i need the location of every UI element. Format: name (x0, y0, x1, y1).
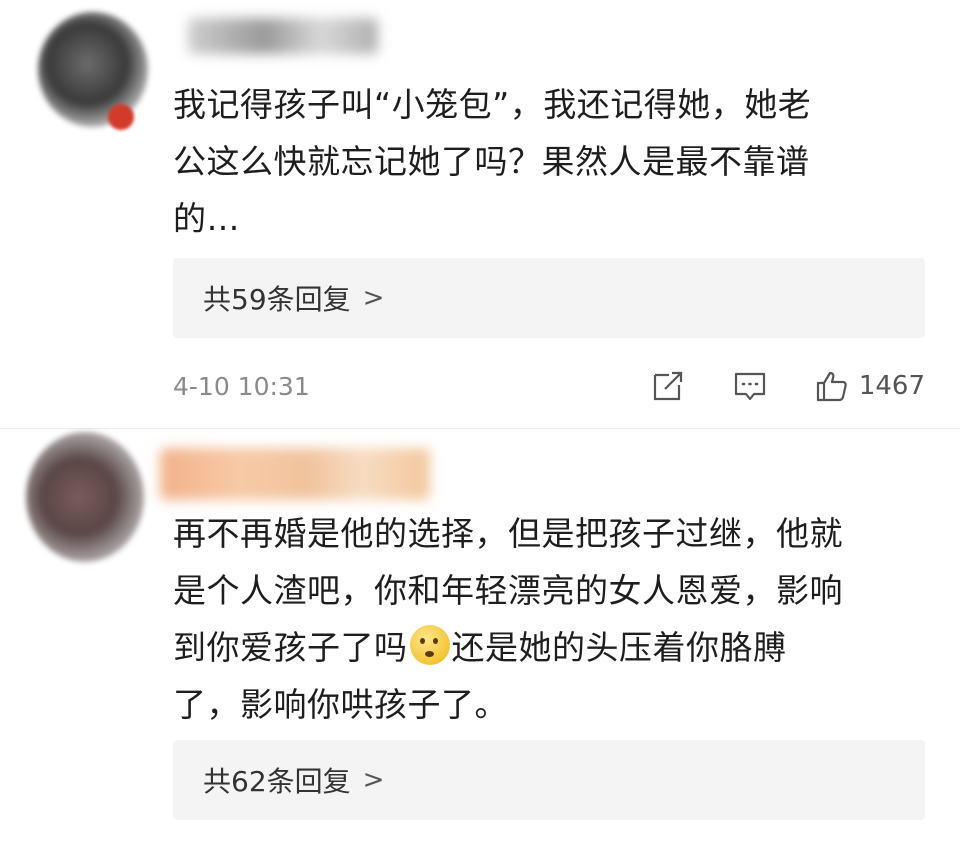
view-replies-button[interactable]: 共59条回复 > (173, 258, 925, 338)
replies-label: 共62条回复 (203, 765, 351, 798)
share-icon[interactable] (651, 369, 685, 403)
replies-label: 共59条回复 (203, 283, 351, 316)
verified-badge-icon (108, 104, 134, 130)
comment-meta: 4-10 10:31 1467 (173, 366, 925, 406)
comment-text: 再不再婚是他的选择，但是把孩子过继，他就 是个人渣吧，你和年轻漂亮的女人恩爱，影… (173, 505, 933, 733)
chevron-right-icon: > (362, 283, 385, 313)
username-blurred[interactable] (188, 18, 378, 54)
view-replies-button[interactable]: 共62条回复 > (173, 740, 925, 820)
thumbs-up-icon[interactable] (815, 369, 849, 403)
comment-text: 我记得孩子叫“小笼包”，我还记得她，她老 公这么快就忘记她了吗？果然人是最不靠谱… (173, 85, 812, 238)
comment-divider (0, 428, 960, 429)
timestamp: 4-10 10:31 (173, 371, 310, 401)
comment-actions: 1467 (651, 369, 925, 403)
username-blurred[interactable] (160, 448, 430, 500)
avatar[interactable] (26, 432, 144, 562)
like-count: 1467 (858, 371, 925, 401)
chevron-right-icon: > (362, 765, 385, 795)
comment-icon[interactable] (733, 369, 767, 403)
thinking-face-emoji-icon (409, 625, 450, 665)
